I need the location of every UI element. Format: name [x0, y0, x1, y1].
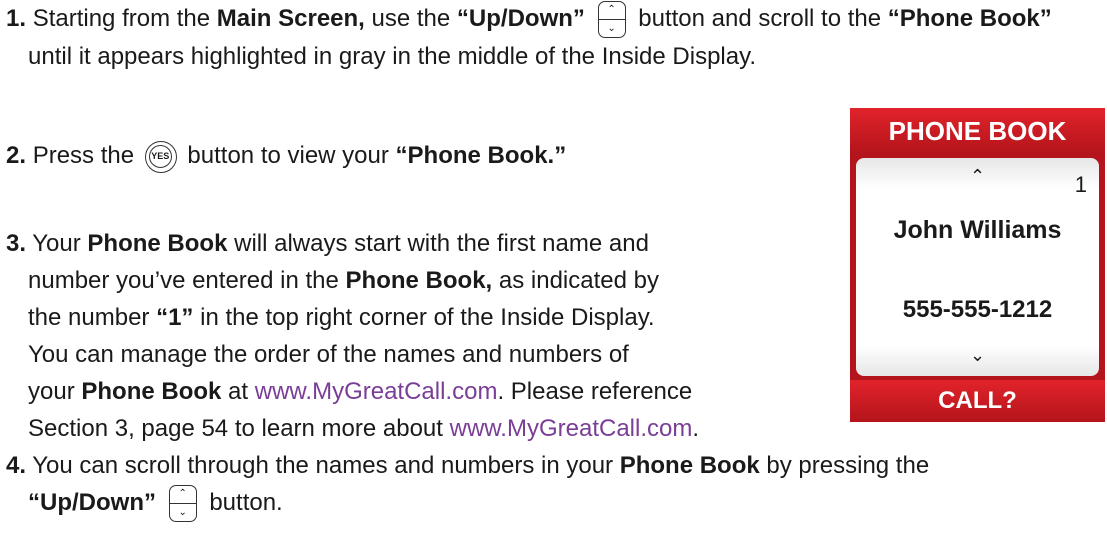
step-text: Section 3, page 54 to learn more about: [28, 415, 443, 442]
contact-name: John Williams: [893, 216, 1062, 244]
chevron-up-icon: ⌃: [607, 4, 616, 16]
step-text: use the: [371, 5, 451, 32]
step-text: You can manage the order of the names an…: [28, 341, 629, 368]
step-text: as indicated by: [498, 267, 659, 294]
entry-index: 1: [1074, 172, 1087, 197]
main-screen-term: Main Screen,: [216, 5, 365, 32]
yes-label: YES: [148, 144, 172, 168]
step-text: You can scroll through the names and num…: [32, 452, 614, 479]
step-4: 4. You can scroll through the names and …: [6, 447, 1106, 523]
step-text: Your: [32, 230, 81, 257]
chevron-down-icon: ⌄: [178, 507, 187, 519]
chevron-up-icon: ⌃: [969, 166, 986, 186]
step-text: Press the: [32, 142, 135, 169]
step-number: 4.: [6, 452, 27, 479]
step-text: at: [228, 378, 249, 405]
step-text: button and scroll to the: [638, 5, 882, 32]
mygreatcall-link[interactable]: www.MyGreatCall.com: [450, 415, 693, 442]
up-down-term: “Up/Down”: [456, 5, 585, 32]
step-number: 1.: [6, 5, 27, 32]
yes-button-icon: YES: [144, 140, 177, 173]
phone-book-term: Phone Book: [619, 452, 760, 479]
step-number: 2.: [6, 142, 27, 169]
phone-book-term: Phone Book,: [345, 267, 493, 294]
phone-book-term: Phone Book: [81, 378, 222, 405]
step-text: until it appears highlighted in gray in …: [28, 43, 756, 71]
step-line: the number “1” in the top right corner o…: [6, 299, 836, 336]
step-text: in the top right corner of the Inside Di…: [200, 304, 655, 331]
step-text: number you’ve entered in the: [28, 267, 339, 294]
phone-display-body: ⌃ 1 John Williams 555-555-1212 ⌄: [850, 154, 1105, 380]
call-prompt: CALL?: [850, 380, 1105, 422]
phone-display-screen: ⌃ 1 John Williams 555-555-1212 ⌄: [856, 158, 1099, 376]
chevron-down-icon: ⌄: [969, 345, 986, 365]
mygreatcall-link[interactable]: www.MyGreatCall.com: [255, 378, 498, 405]
up-down-button-icon: ⌃ ⌄: [168, 485, 197, 523]
step-text: will always start with the first name an…: [234, 230, 649, 257]
chevron-up-icon: ⌃: [178, 488, 187, 500]
step-text: button.: [209, 489, 283, 516]
up-down-term: “Up/Down”: [28, 489, 156, 516]
number-one-term: “1”: [156, 304, 194, 331]
up-down-button-icon: ⌃ ⌄: [597, 1, 626, 39]
step-line: your Phone Book at www.MyGreatCall.com. …: [6, 373, 836, 410]
step-line: number you’ve entered in the Phone Book,…: [6, 262, 836, 299]
step-text: by pressing the: [766, 452, 930, 479]
phone-book-term: Phone Book: [87, 230, 228, 257]
step-text: .: [692, 415, 700, 442]
step-text: the number: [28, 304, 150, 331]
phone-book-term: “Phone Book”: [887, 5, 1052, 32]
phone-book-header: PHONE BOOK: [850, 108, 1105, 154]
step-text: . Please reference: [497, 378, 693, 405]
step-3: 3. Your Phone Book will always start wit…: [6, 225, 836, 447]
step-text: Starting from the: [32, 5, 211, 32]
contact-number: 555-555-1212: [902, 296, 1053, 323]
chevron-down-icon: ⌄: [607, 23, 616, 35]
phone-book-term: “Phone Book.”: [395, 142, 567, 169]
step-number: 3.: [6, 230, 27, 257]
step-line: “Up/Down” ⌃ ⌄ button.: [6, 484, 1106, 523]
step-line: Section 3, page 54 to learn more about w…: [6, 410, 836, 447]
phone-display-illustration: PHONE BOOK ⌃ 1 John Williams 555-555-121…: [850, 108, 1105, 422]
step-text: your: [28, 378, 75, 405]
step-1: 1. Starting from the Main Screen, use th…: [6, 0, 1106, 75]
step-2: 2. Press the YES button to view your “Ph…: [6, 137, 826, 174]
step-text: button to view your: [187, 142, 389, 169]
